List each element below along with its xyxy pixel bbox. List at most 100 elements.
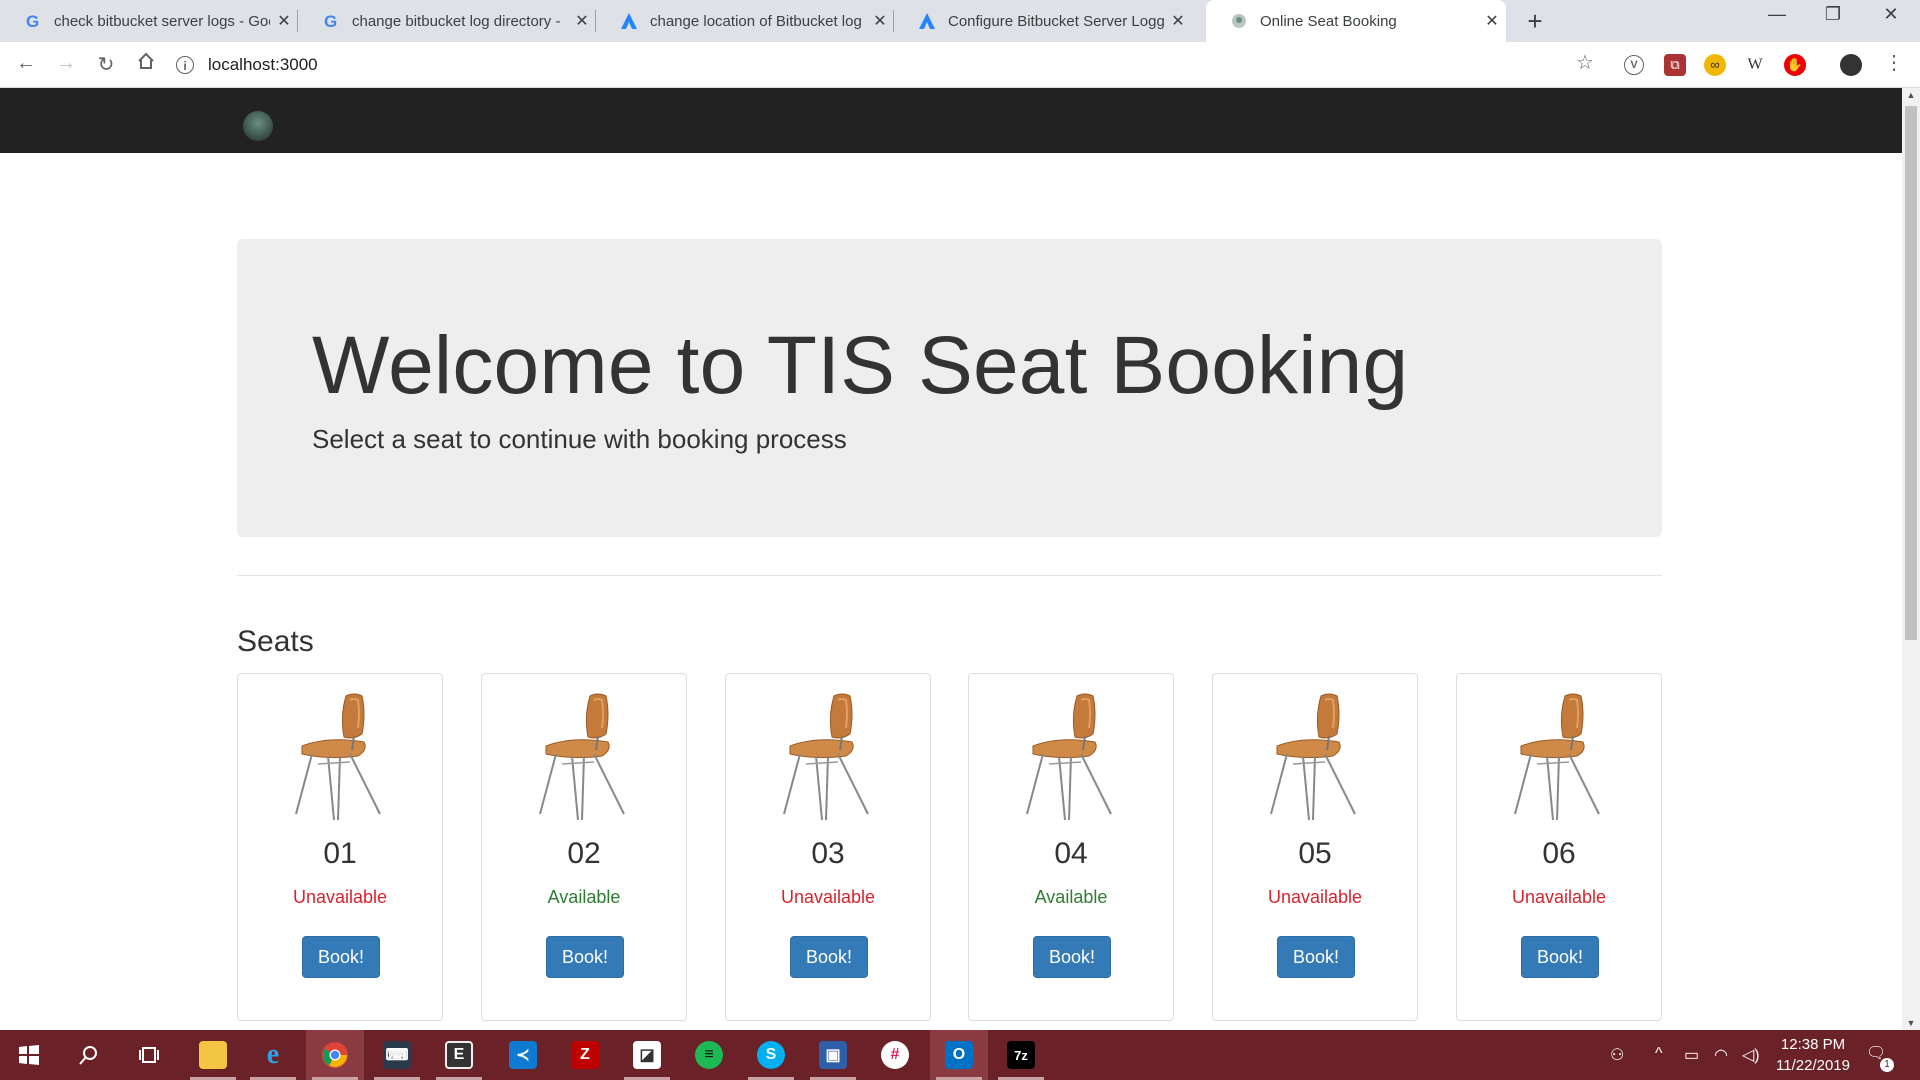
browser-tab[interactable]: Configure Bitbucket Server Loggi ✕ xyxy=(894,0,1192,42)
adblock-icon[interactable]: ✋ xyxy=(1784,54,1806,76)
site-logo-icon[interactable] xyxy=(243,111,273,141)
chair-image xyxy=(1019,690,1125,822)
tab-title: change bitbucket log directory - xyxy=(352,12,561,30)
file-explorer-icon[interactable] xyxy=(184,1030,242,1080)
bookmark-star-icon[interactable]: ☆ xyxy=(1571,50,1599,75)
restore-button[interactable]: ❐ xyxy=(1810,4,1856,25)
vimeo-icon[interactable]: V xyxy=(1624,55,1644,75)
seat-status: Available xyxy=(547,887,621,907)
page-scrollbar[interactable]: ▲ ▼ xyxy=(1902,88,1920,1030)
seats-heading: Seats xyxy=(237,625,314,658)
close-tab-icon[interactable]: ✕ xyxy=(1164,11,1192,31)
system-clock[interactable]: 12:38 PM 11/22/2019 xyxy=(1748,1034,1878,1076)
clock-time: 12:38 PM xyxy=(1780,1036,1846,1053)
terminal-icon[interactable]: ⌨ xyxy=(368,1030,426,1080)
page-title: Welcome to TIS Seat Booking xyxy=(312,320,1409,411)
outlook-icon[interactable]: O xyxy=(930,1030,988,1080)
glasses-icon[interactable]: ∞ xyxy=(1704,54,1726,76)
internet-explorer-icon[interactable]: e xyxy=(244,1030,302,1080)
tab-title: Online Seat Booking xyxy=(1260,12,1397,30)
windows-start-icon[interactable] xyxy=(0,1030,58,1080)
site-navbar xyxy=(0,88,1902,153)
search-icon[interactable] xyxy=(60,1030,118,1080)
filezilla-icon[interactable]: Z xyxy=(556,1030,614,1080)
seat-number: 03 xyxy=(811,837,845,870)
vscode-icon[interactable]: ≺ xyxy=(494,1030,552,1080)
scroll-up-arrow-icon[interactable]: ▲ xyxy=(1902,90,1920,100)
show-hidden-icons-icon[interactable]: ^ xyxy=(1655,1045,1663,1063)
close-tab-icon[interactable]: ✕ xyxy=(270,11,298,31)
divider xyxy=(237,575,1662,576)
editor-icon[interactable]: E xyxy=(430,1030,488,1080)
scrollbar-thumb[interactable] xyxy=(1905,106,1917,640)
close-tab-icon[interactable]: ✕ xyxy=(1478,11,1506,31)
battery-icon[interactable]: ▭ xyxy=(1684,1045,1699,1065)
jumbotron: Welcome to TIS Seat Booking Select a sea… xyxy=(237,239,1662,537)
browser-tab[interactable]: change location of Bitbucket log ✕ xyxy=(596,0,894,42)
wikipedia-icon[interactable]: W xyxy=(1744,54,1766,76)
back-button[interactable]: ← xyxy=(12,52,40,75)
book-button[interactable]: Book! xyxy=(790,936,868,978)
book-button[interactable]: Book! xyxy=(302,936,380,978)
seat-number: 06 xyxy=(1542,837,1576,870)
seat-card: 06 Unavailable Book! xyxy=(1456,673,1662,1021)
close-tab-icon[interactable]: ✕ xyxy=(568,11,596,31)
pdf-icon[interactable]: ⧉ xyxy=(1664,54,1686,76)
wifi-icon[interactable]: ◠ xyxy=(1714,1045,1728,1065)
minimize-button[interactable]: — xyxy=(1754,4,1800,25)
seat-card: 02 Available Book! xyxy=(481,673,687,1021)
seat-card: 03 Unavailable Book! xyxy=(725,673,931,1021)
chair-image xyxy=(532,690,638,822)
skype-icon[interactable]: S xyxy=(742,1030,800,1080)
reload-button[interactable]: ↻ xyxy=(92,52,120,77)
close-window-button[interactable]: ✕ xyxy=(1868,4,1914,25)
seat-status: Available xyxy=(1034,887,1108,907)
address-bar[interactable]: i localhost:3000 xyxy=(176,48,1596,82)
remote-desktop-icon[interactable]: ▣ xyxy=(804,1030,862,1080)
people-icon[interactable]: ⚇ xyxy=(1610,1045,1624,1065)
book-button[interactable]: Book! xyxy=(1521,936,1599,978)
seat-number: 04 xyxy=(1054,837,1088,870)
tab-title: check bitbucket server logs - Goo xyxy=(54,12,270,30)
browser-toolbar: ← → ↻ i localhost:3000 ☆ V ⧉ ∞ W ✋ ⋮ xyxy=(0,42,1920,88)
browser-tab-active[interactable]: Online Seat Booking ✕ xyxy=(1206,0,1506,42)
chrome-icon[interactable] xyxy=(306,1030,364,1080)
sticky-notes-icon[interactable]: ◪ xyxy=(618,1030,676,1080)
windows-taskbar: e ⌨ E ≺ Z ◪ ≡ S ▣ # O 7z ⚇ ^ ▭ ◠ ◁) 12:3… xyxy=(0,1030,1920,1080)
book-button[interactable]: Book! xyxy=(546,936,624,978)
page-viewport: Welcome to TIS Seat Booking Select a sea… xyxy=(0,88,1902,1030)
site-icon xyxy=(1230,12,1248,30)
book-button[interactable]: Book! xyxy=(1277,936,1355,978)
page-subtitle: Select a seat to continue with booking p… xyxy=(312,424,847,454)
task-view-icon[interactable] xyxy=(120,1030,178,1080)
atlassian-icon xyxy=(620,12,638,30)
slack-icon[interactable]: # xyxy=(866,1030,924,1080)
forward-button[interactable]: → xyxy=(52,52,80,75)
info-icon[interactable]: i xyxy=(176,56,194,74)
browser-tab[interactable]: G check bitbucket server logs - Goo ✕ xyxy=(0,0,298,42)
book-button[interactable]: Book! xyxy=(1033,936,1111,978)
atlassian-icon xyxy=(918,12,936,30)
7zip-icon[interactable]: 7z xyxy=(992,1030,1050,1080)
google-icon: G xyxy=(322,12,340,30)
seat-number: 01 xyxy=(323,837,357,870)
home-icon[interactable] xyxy=(132,52,160,76)
clock-date: 11/22/2019 xyxy=(1776,1057,1850,1074)
svg-text:G: G xyxy=(26,12,39,30)
browser-tab[interactable]: G change bitbucket log directory - ✕ xyxy=(298,0,596,42)
seat-card: 04 Available Book! xyxy=(968,673,1174,1021)
chair-image xyxy=(1263,690,1369,822)
seat-status: Unavailable xyxy=(1267,887,1363,907)
seat-status: Unavailable xyxy=(1511,887,1607,907)
chair-image xyxy=(776,690,882,822)
profile-avatar[interactable] xyxy=(1840,54,1862,76)
url-text: localhost:3000 xyxy=(208,55,318,74)
tab-title: Configure Bitbucket Server Loggi xyxy=(948,12,1164,30)
close-tab-icon[interactable]: ✕ xyxy=(866,11,894,31)
new-tab-button[interactable]: + xyxy=(1520,6,1550,37)
scroll-down-arrow-icon[interactable]: ▼ xyxy=(1902,1018,1920,1028)
spotify-icon[interactable]: ≡ xyxy=(680,1030,738,1080)
seat-number: 02 xyxy=(567,837,601,870)
tab-title: change location of Bitbucket log xyxy=(650,12,862,30)
menu-icon[interactable]: ⋮ xyxy=(1880,50,1908,75)
